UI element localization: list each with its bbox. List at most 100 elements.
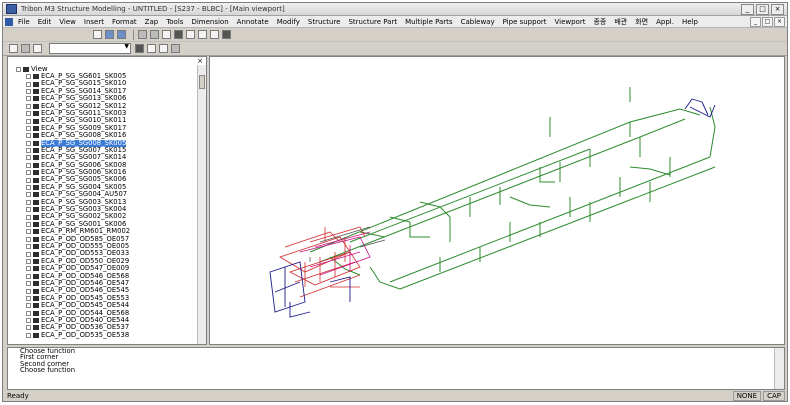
command-window[interactable]: Choose function First corner Second corner… (7, 347, 785, 390)
menu-item[interactable]: 배관 (614, 17, 627, 27)
copy-icon[interactable] (150, 30, 159, 39)
pipe-part-icon (33, 281, 39, 287)
wireframe-icon[interactable] (147, 44, 156, 53)
maximize-button[interactable]: □ (756, 3, 769, 15)
expand-icon[interactable] (26, 318, 31, 324)
menu-item[interactable]: 종종 (593, 17, 606, 27)
paste-icon[interactable] (162, 30, 171, 39)
pipe-part-icon (33, 310, 39, 316)
expand-icon[interactable] (26, 185, 31, 191)
expand-icon[interactable] (26, 74, 31, 80)
expand-icon[interactable] (26, 133, 31, 139)
expand-icon[interactable] (26, 155, 31, 161)
expand-icon[interactable] (26, 332, 31, 338)
menu-item[interactable]: Pipe support (503, 18, 547, 26)
layer-select[interactable] (49, 43, 131, 54)
expand-icon[interactable] (26, 170, 31, 176)
cut-icon[interactable] (138, 30, 147, 39)
status-ready: Ready (7, 392, 29, 400)
scroll-thumb[interactable] (199, 75, 205, 89)
minimize-button[interactable]: _ (741, 3, 754, 15)
pipe-part-icon (33, 81, 39, 87)
menu-item[interactable]: Viewport (554, 18, 585, 26)
shade-icon[interactable] (135, 44, 144, 53)
expand-icon[interactable] (26, 288, 31, 294)
expand-icon[interactable] (26, 273, 31, 279)
menu-item[interactable]: 화면 (635, 17, 648, 27)
menu-item[interactable]: Structure (308, 18, 341, 26)
mdi-close-button[interactable]: × (774, 16, 785, 27)
collapse-icon[interactable] (16, 66, 21, 72)
menu-item[interactable]: Multiple Parts (405, 18, 453, 26)
window-icon[interactable] (222, 30, 231, 39)
expand-icon[interactable] (26, 148, 31, 154)
expand-icon[interactable] (26, 236, 31, 242)
menu-item[interactable]: Dimension (191, 18, 228, 26)
menu-item[interactable]: View (59, 18, 76, 26)
expand-icon[interactable] (26, 111, 31, 117)
expand-icon[interactable] (26, 192, 31, 198)
expand-icon[interactable] (26, 199, 31, 205)
expand-icon[interactable] (26, 258, 31, 264)
menu-item[interactable]: Edit (38, 18, 52, 26)
pipe-part-icon (33, 236, 39, 242)
menu-bar: File Edit View Insert Format Zap Tools Dimensio… (3, 16, 787, 28)
expand-icon[interactable] (26, 222, 31, 227)
expand-icon[interactable] (26, 81, 31, 87)
expand-icon[interactable] (26, 244, 31, 250)
menu-item[interactable]: Annotate (237, 18, 269, 26)
expand-icon[interactable] (26, 266, 31, 272)
new-icon[interactable] (93, 30, 102, 39)
pipe-part-icon (33, 185, 39, 191)
layer-icon[interactable] (21, 44, 30, 53)
save-icon[interactable] (117, 30, 126, 39)
expand-icon[interactable] (26, 229, 31, 235)
view-icon[interactable] (210, 30, 219, 39)
menu-item[interactable]: Format (112, 18, 137, 26)
render-icon[interactable] (171, 44, 180, 53)
expand-icon[interactable] (26, 303, 31, 309)
open-icon[interactable] (105, 30, 114, 39)
expand-icon[interactable] (26, 251, 31, 257)
pipe-part-icon (33, 273, 39, 279)
main-viewport[interactable] (209, 56, 785, 345)
expand-icon[interactable] (26, 310, 31, 316)
mdi-restore-button[interactable]: □ (762, 16, 773, 27)
expand-icon[interactable] (26, 88, 31, 94)
command-scrollbar[interactable] (774, 348, 784, 389)
print-icon[interactable] (174, 30, 183, 39)
menu-item[interactable]: Help (682, 18, 698, 26)
pick-icon[interactable] (9, 44, 18, 53)
document-icon[interactable] (5, 17, 13, 26)
pipe-part-icon (33, 155, 39, 161)
menu-item[interactable]: Insert (84, 18, 104, 26)
tree-scrollbar[interactable] (197, 65, 206, 344)
expand-icon[interactable] (26, 207, 31, 213)
close-button[interactable]: × (771, 3, 784, 15)
hidden-line-icon[interactable] (159, 44, 168, 53)
expand-icon[interactable] (26, 214, 31, 220)
menu-item[interactable]: File (18, 18, 30, 26)
menu-item[interactable]: Tools (166, 18, 183, 26)
menu-item[interactable]: Zap (145, 18, 159, 26)
expand-icon[interactable] (26, 325, 31, 331)
tree-item[interactable]: ECA_P_OD_OD535_OE538 (26, 331, 198, 339)
expand-icon[interactable] (26, 162, 31, 168)
expand-icon[interactable] (26, 281, 31, 287)
expand-icon[interactable] (26, 118, 31, 124)
menu-item[interactable]: Cableway (461, 18, 495, 26)
filter-icon[interactable] (33, 44, 42, 53)
menu-item[interactable]: Structure Part (348, 18, 397, 26)
print-preview-icon[interactable] (186, 30, 195, 39)
menu-item[interactable]: Appl. (656, 18, 674, 26)
expand-icon[interactable] (26, 96, 31, 102)
expand-icon[interactable] (26, 125, 31, 131)
mdi-minimize-button[interactable]: _ (750, 16, 761, 27)
zoom-icon[interactable] (198, 30, 207, 39)
expand-icon[interactable] (26, 103, 31, 109)
expand-icon[interactable] (26, 295, 31, 301)
expand-icon[interactable] (26, 177, 31, 183)
expand-icon[interactable] (26, 140, 31, 146)
menu-item[interactable]: Modify (277, 18, 300, 26)
tree-close-icon[interactable]: × (197, 57, 203, 65)
